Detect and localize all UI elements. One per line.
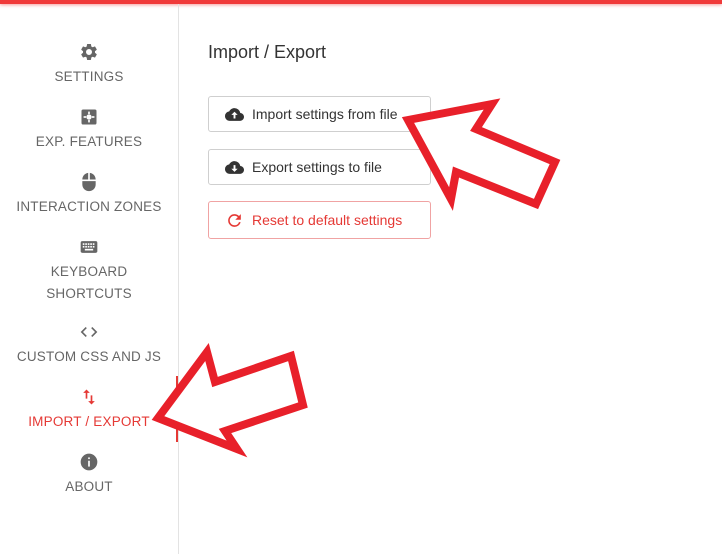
export-settings-label: Export settings to file bbox=[252, 159, 382, 175]
export-settings-button[interactable]: Export settings to file bbox=[208, 149, 431, 185]
refresh-icon bbox=[228, 213, 241, 227]
sidebar-item-settings[interactable]: SETTINGS bbox=[0, 42, 178, 88]
swap-vertical-icon bbox=[83, 389, 95, 405]
page-title: Import / Export bbox=[208, 42, 327, 62]
sidebar-item-label: SHORTCUTS bbox=[46, 286, 132, 301]
reset-settings-label: Reset to default settings bbox=[252, 212, 403, 228]
arrow-to-import-export-nav bbox=[151, 342, 308, 458]
mouse-icon bbox=[82, 172, 96, 192]
sidebar-item-label: IMPORT / EXPORT bbox=[28, 414, 150, 429]
cloud-download-icon bbox=[225, 160, 244, 174]
gear-icon bbox=[81, 43, 97, 60]
app-root: SETTINGS EXP. FEATURES INTERACTION ZONES bbox=[0, 0, 722, 554]
sidebar-item-label: KEYBOARD bbox=[50, 264, 128, 279]
sidebar-item-label: ABOUT bbox=[65, 479, 113, 494]
reset-settings-button[interactable]: Reset to default settings bbox=[208, 201, 431, 239]
sidebar: SETTINGS EXP. FEATURES INTERACTION ZONES bbox=[0, 4, 179, 554]
sidebar-item-custom-css-js[interactable]: CUSTOM CSS AND JS bbox=[0, 322, 178, 368]
code-icon bbox=[80, 327, 98, 337]
sidebar-item-import-export[interactable]: IMPORT / EXPORT bbox=[0, 387, 178, 433]
sidebar-item-exp-features[interactable]: EXP. FEATURES bbox=[0, 107, 178, 153]
sidebar-item-keyboard-shortcuts[interactable]: KEYBOARD SHORTCUTS bbox=[0, 237, 178, 305]
puzzle-icon bbox=[81, 109, 97, 125]
sidebar-item-label: SETTINGS bbox=[54, 69, 124, 84]
import-settings-button[interactable]: Import settings from file bbox=[208, 96, 431, 132]
sidebar-item-interaction-zones[interactable]: INTERACTION ZONES bbox=[0, 172, 178, 218]
keyboard-icon bbox=[80, 241, 98, 253]
cloud-upload-icon bbox=[225, 107, 244, 121]
active-indicator bbox=[176, 376, 178, 442]
sidebar-item-label: INTERACTION ZONES bbox=[16, 199, 162, 214]
sidebar-item-about[interactable]: ABOUT bbox=[0, 452, 178, 498]
import-settings-label: Import settings from file bbox=[252, 106, 398, 122]
info-icon bbox=[80, 453, 98, 471]
sidebar-item-label: EXP. FEATURES bbox=[35, 134, 143, 149]
sidebar-item-label: CUSTOM CSS AND JS bbox=[16, 349, 162, 364]
